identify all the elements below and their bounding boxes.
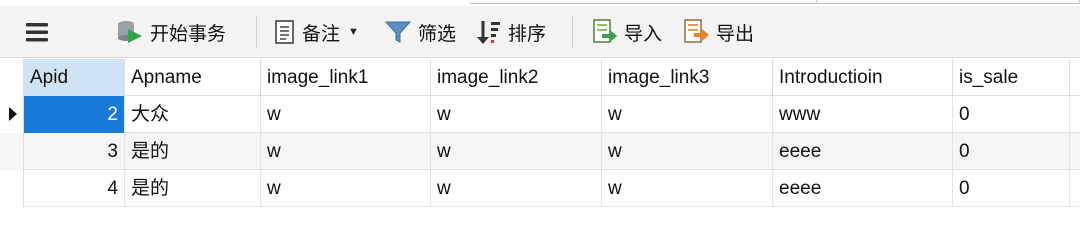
cell-image-link3[interactable]: w: [602, 96, 773, 133]
cell-image-link1[interactable]: w: [261, 133, 431, 170]
cell-apid[interactable]: 4: [24, 170, 125, 207]
column-header-truncated[interactable]: [1070, 59, 1080, 96]
sort-icon: [477, 21, 500, 44]
table-row[interactable]: 2 大众 w w w www 0: [0, 96, 1080, 133]
row-indicator[interactable]: [0, 133, 24, 170]
cell-is-sale[interactable]: 0: [953, 170, 1070, 207]
export-button[interactable]: 导出: [682, 16, 754, 48]
table-row[interactable]: 3 是的 w w w eeee 0: [0, 133, 1080, 170]
hamburger-menu-icon: [26, 23, 48, 42]
column-header-image-link1[interactable]: image_link1: [261, 59, 431, 96]
transaction-icon: [118, 21, 142, 43]
column-header-is-sale[interactable]: is_sale: [953, 59, 1070, 96]
sort-label: 排序: [508, 23, 547, 45]
menu-button[interactable]: [24, 16, 54, 48]
export-label: 导出: [716, 23, 755, 45]
cell-apname[interactable]: 大众: [125, 96, 261, 133]
cell-is-sale[interactable]: 0: [953, 96, 1070, 133]
toolbar: 开始事务 备注 ▼ 筛选 排序 导入 导出: [0, 6, 1080, 58]
cell-image-link2[interactable]: w: [431, 170, 602, 207]
cell-image-link2[interactable]: w: [431, 96, 602, 133]
note-icon: [275, 20, 294, 44]
cell-image-link1[interactable]: w: [261, 96, 431, 133]
column-header-image-link3[interactable]: image_link3: [602, 59, 773, 96]
column-header-apid[interactable]: Apid: [24, 59, 125, 96]
cell-apid[interactable]: 2: [24, 96, 125, 133]
sort-button[interactable]: 排序: [476, 16, 546, 48]
filter-label: 筛选: [418, 23, 457, 45]
field-edge: [816, 0, 1080, 4]
current-row-arrow-icon: [9, 107, 17, 121]
row-indicator[interactable]: [0, 96, 24, 133]
filter-button[interactable]: 筛选: [384, 16, 456, 48]
cell-apid[interactable]: 3: [24, 133, 125, 170]
cell-introductioin[interactable]: www: [773, 96, 953, 133]
begin-transaction-button[interactable]: 开始事务: [116, 16, 226, 48]
import-icon: [593, 19, 617, 43]
column-header-apname[interactable]: Apname: [125, 59, 261, 96]
table-row[interactable]: 4 是的 w w w eeee 0: [0, 170, 1080, 207]
cell-image-link2[interactable]: w: [431, 133, 602, 170]
cell-image-link1[interactable]: w: [261, 170, 431, 207]
cell-image-link3[interactable]: w: [602, 133, 773, 170]
export-icon: [684, 19, 709, 43]
cell-apname[interactable]: 是的: [125, 133, 261, 170]
chevron-down-icon[interactable]: ▼: [348, 26, 359, 38]
cell-apname[interactable]: 是的: [125, 170, 261, 207]
import-label: 导入: [624, 23, 663, 45]
cell-is-sale[interactable]: 0: [953, 133, 1070, 170]
import-button[interactable]: 导入: [590, 16, 662, 48]
row-indicator[interactable]: [0, 170, 24, 207]
tab-edge: [470, 0, 816, 4]
cell-introductioin[interactable]: eeee: [773, 170, 953, 207]
toolbar-separator: [256, 16, 257, 48]
cell-introductioin[interactable]: eeee: [773, 133, 953, 170]
header-corner[interactable]: [0, 59, 24, 96]
begin-transaction-label: 开始事务: [150, 23, 227, 45]
cell-image-link3[interactable]: w: [602, 170, 773, 207]
note-label: 备注: [302, 23, 341, 45]
column-header-introductioin[interactable]: Introductioin: [773, 59, 953, 96]
grid-header: Apid Apname image_link1 image_link2 imag…: [0, 59, 1080, 96]
toolbar-separator: [572, 16, 573, 48]
column-header-image-link2[interactable]: image_link2: [431, 59, 602, 96]
note-button[interactable]: 备注 ▼: [274, 16, 359, 48]
filter-icon: [384, 21, 412, 43]
